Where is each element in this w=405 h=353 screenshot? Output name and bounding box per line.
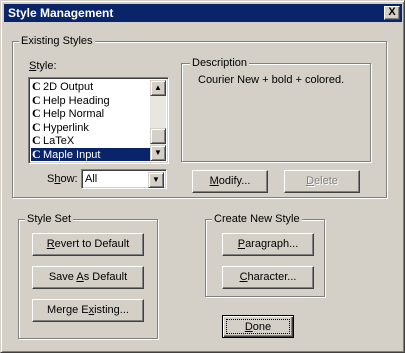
style-list-item[interactable]: C Maple Input <box>31 146 152 161</box>
delete-button[interactable]: Delete <box>284 170 360 193</box>
style-set-label: Style Set <box>25 212 74 226</box>
style-list-item[interactable]: C Hyperlink <box>31 119 152 135</box>
character-style-icon: C <box>32 133 41 147</box>
character-style-icon: C <box>32 146 41 161</box>
create-new-style-label: Create New Style <box>212 212 302 226</box>
done-focus-rect: Done <box>226 319 290 334</box>
done-button[interactable]: Done <box>222 315 294 338</box>
character-style-icon: C <box>32 119 41 134</box>
arrow-up-icon: ▲ <box>154 83 162 92</box>
show-dropdown[interactable]: All ▼ <box>81 169 167 189</box>
close-button[interactable]: X <box>384 6 400 20</box>
show-dropdown-button[interactable]: ▼ <box>148 172 164 188</box>
style-label: Style: <box>29 60 57 72</box>
merge-existing-button[interactable]: Merge Existing... <box>32 299 144 322</box>
style-list-scrollbar[interactable]: ▲ ▼ <box>150 80 166 161</box>
character-style-icon: C <box>32 92 41 107</box>
existing-styles-label: Existing Styles <box>19 34 95 48</box>
revert-to-default-button[interactable]: Revert to Default <box>32 233 144 256</box>
style-list-item-label: Maple Input <box>43 148 101 161</box>
style-list-item[interactable]: C Help Heading <box>31 92 152 108</box>
modify-button[interactable]: Modify... <box>192 170 268 193</box>
style-list: C 2D Output C Help Heading C Help Normal C Hype… <box>31 80 152 161</box>
style-list-item-label: Help Normal <box>43 108 105 120</box>
arrow-down-icon: ▼ <box>154 148 162 157</box>
style-list-item[interactable]: C Help Normal <box>31 107 152 121</box>
close-icon: X <box>388 6 396 18</box>
description-label: Description <box>190 56 250 70</box>
character-button[interactable]: Character... <box>222 266 314 289</box>
paragraph-button[interactable]: Paragraph... <box>222 233 314 256</box>
description-text: Courier New + bold + colored. <box>198 74 345 86</box>
style-list-item-label: LaTeX <box>43 135 75 147</box>
style-list-item-label: 2D Output <box>43 81 94 93</box>
window-title: Style Management <box>8 6 114 20</box>
style-list-item[interactable]: C 2D Output <box>31 80 152 94</box>
style-list-item-label: Hyperlink <box>43 121 89 134</box>
style-listbox[interactable]: C 2D Output C Help Heading C Help Normal C Hype… <box>28 77 169 164</box>
save-as-default-button[interactable]: Save As Default <box>32 266 144 289</box>
arrow-down-icon: ▼ <box>152 175 160 184</box>
style-management-dialog: Style Management X Existing Styles Style… <box>0 0 405 353</box>
scroll-thumb[interactable] <box>150 128 166 144</box>
character-style-icon: C <box>32 106 41 120</box>
character-style-icon: C <box>32 79 41 93</box>
show-label: Show: <box>47 173 78 185</box>
scroll-down-button[interactable]: ▼ <box>150 145 166 161</box>
style-list-item-label: Help Heading <box>43 94 110 107</box>
show-value: All <box>85 173 98 185</box>
title-bar[interactable]: Style Management X <box>4 4 402 22</box>
scroll-up-button[interactable]: ▲ <box>150 80 166 96</box>
style-list-item[interactable]: C LaTeX <box>31 134 152 148</box>
